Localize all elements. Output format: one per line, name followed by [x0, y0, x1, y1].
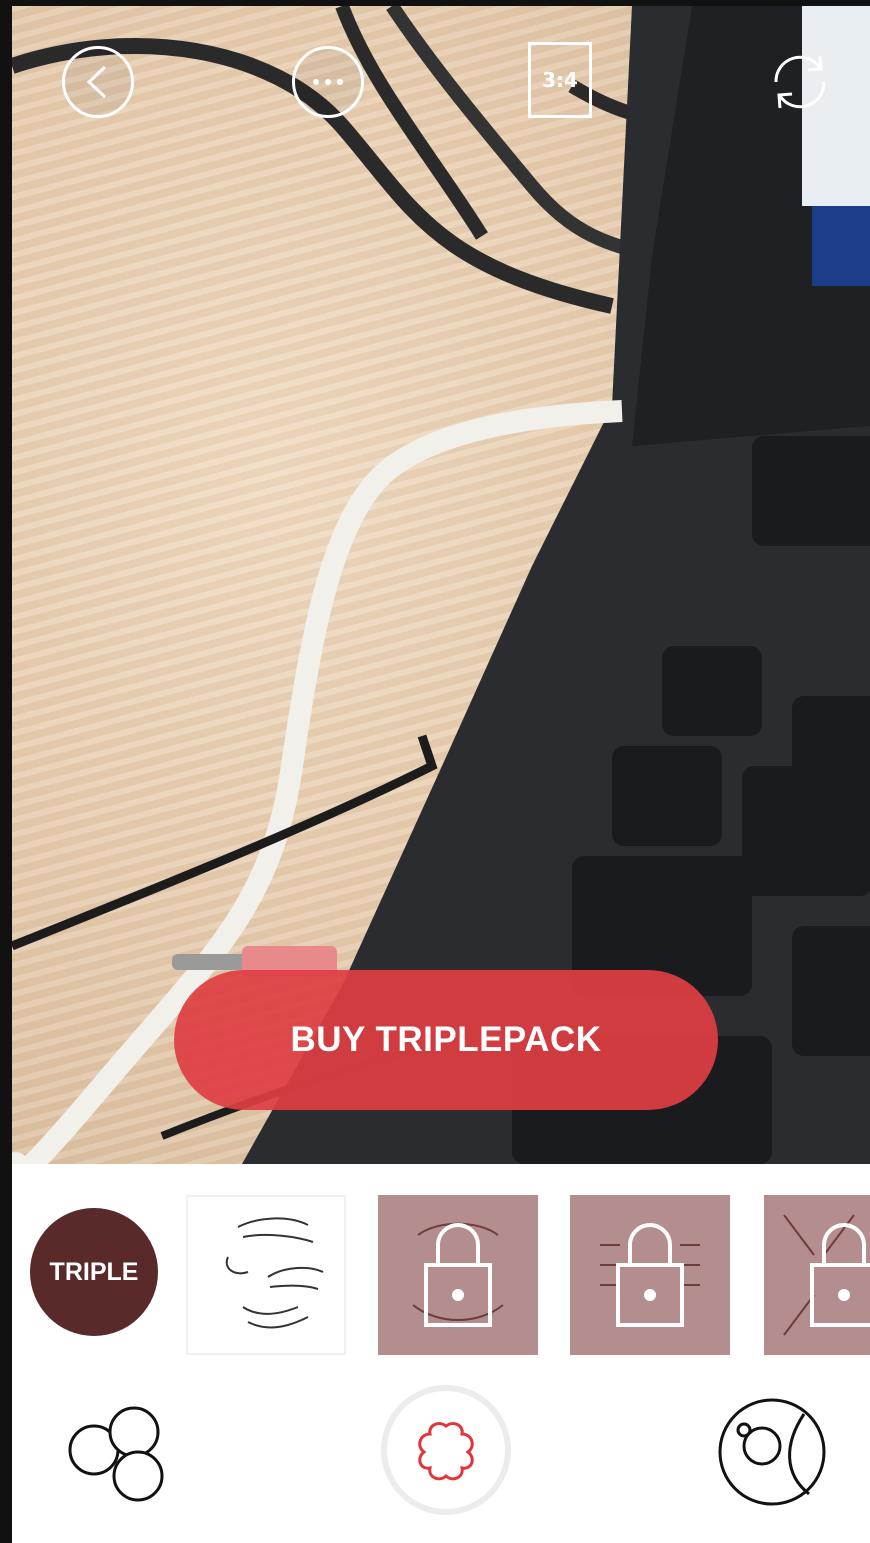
sticker-locked-2[interactable] [570, 1195, 730, 1355]
bubbles-icon [68, 1406, 164, 1502]
sticker-locked-1[interactable] [378, 1195, 538, 1355]
rotate-camera-icon [774, 55, 826, 109]
lens-icon [718, 1398, 826, 1506]
more-button[interactable] [292, 46, 364, 118]
lens-button[interactable] [714, 1394, 830, 1510]
sticker-locked-3[interactable] [764, 1195, 870, 1355]
hands-sticker-icon [225, 1217, 324, 1329]
lock-icon [412, 1222, 504, 1327]
back-arrow-icon [86, 65, 107, 99]
flower-shutter-icon [381, 1385, 511, 1515]
left-border [0, 0, 12, 1543]
buy-triplepack-button[interactable]: BUY TRIPLEPACK [174, 970, 718, 1110]
lock-icon [600, 1223, 700, 1327]
aspect-ratio-button[interactable]: 3:4 [528, 42, 592, 118]
switch-camera-button[interactable] [764, 46, 836, 118]
shutter-button[interactable] [376, 1380, 516, 1520]
effects-button[interactable] [62, 1400, 172, 1510]
category-badge-triple[interactable]: TRIPLE [30, 1208, 158, 1336]
more-dots-icon [313, 79, 343, 85]
lock-icon [783, 1214, 870, 1336]
back-button[interactable] [62, 46, 134, 118]
sticker-free[interactable] [186, 1195, 346, 1355]
